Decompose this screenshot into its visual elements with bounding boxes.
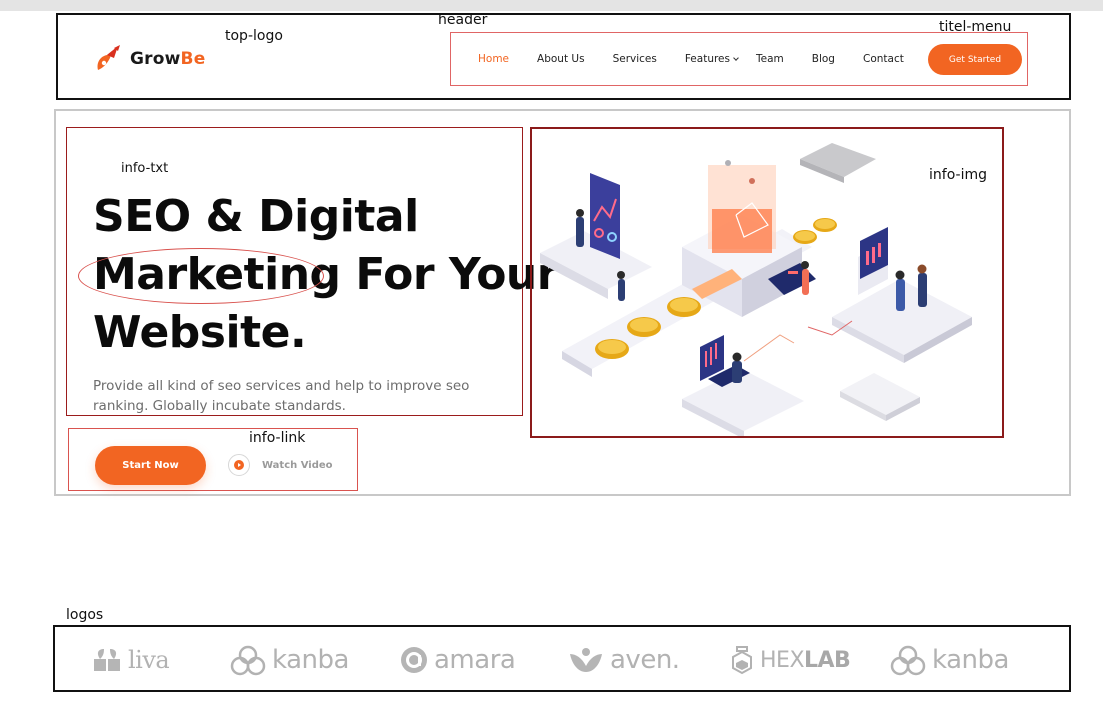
partner-logo-liva: liva bbox=[92, 643, 170, 677]
nav-item-services[interactable]: Services bbox=[613, 53, 657, 65]
watch-video-link[interactable]: Watch Video bbox=[228, 454, 333, 476]
annotation-logos: logos bbox=[66, 607, 104, 623]
partner-logo-hexlab: HEXLAB bbox=[730, 643, 851, 677]
brand-name-part1: Grow bbox=[130, 49, 181, 69]
partner-name-hexlab-part2: LAB bbox=[804, 647, 851, 673]
chevron-down-icon bbox=[733, 55, 739, 61]
brand-logo[interactable]: GrowBe bbox=[94, 44, 205, 74]
partner-name-aven: aven. bbox=[610, 645, 680, 675]
headline-line-2: Marketing For Your bbox=[93, 249, 558, 300]
partner-logo-amara: amara bbox=[400, 643, 516, 677]
info-img bbox=[530, 127, 1004, 438]
nav-item-features-label: Features bbox=[684, 53, 730, 65]
get-started-button[interactable]: Get Started bbox=[928, 44, 1022, 75]
headline-line-3: Website. bbox=[93, 307, 307, 358]
kanba-logo-icon bbox=[890, 645, 926, 676]
nav-item-home[interactable]: Home bbox=[478, 53, 509, 65]
partner-logo-aven: aven. bbox=[568, 643, 680, 677]
hero-description: Provide all kind of seo services and hel… bbox=[93, 378, 470, 414]
partner-logo-kanba-1: kanba bbox=[230, 643, 349, 677]
partner-name-liva: liva bbox=[128, 646, 170, 674]
liva-logo-icon bbox=[94, 649, 120, 671]
partner-name-amara: amara bbox=[434, 645, 516, 675]
partner-logo-kanba-2: kanba bbox=[890, 643, 1009, 677]
nav-item-blog[interactable]: Blog bbox=[812, 53, 835, 65]
nav-item-features[interactable]: Features bbox=[684, 53, 739, 65]
aven-logo-icon bbox=[570, 648, 602, 672]
seo-isometric-illustration bbox=[540, 143, 972, 436]
headline-line-1: SEO & Digital bbox=[93, 191, 419, 242]
watch-video-label: Watch Video bbox=[262, 459, 333, 471]
brand-name-part2: Be bbox=[180, 49, 206, 69]
kanba-logo-icon bbox=[230, 645, 266, 676]
browser-top-strip bbox=[0, 0, 1103, 11]
hexlab-logo-icon bbox=[732, 646, 752, 675]
rocket-icon bbox=[97, 45, 120, 70]
nav-item-contact[interactable]: Contact bbox=[863, 53, 904, 65]
partner-name-kanba-2: kanba bbox=[932, 645, 1009, 675]
main-nav: Home About Us Services Features Team Blo… bbox=[478, 52, 904, 66]
partner-name-hexlab-part1: HEX bbox=[760, 647, 805, 673]
hero-headline: SEO & Digital Marketing For Your Website… bbox=[93, 188, 558, 362]
start-now-button[interactable]: Start Now bbox=[95, 446, 206, 485]
nav-item-team[interactable]: Team bbox=[756, 53, 784, 65]
partner-name-kanba-1: kanba bbox=[272, 645, 349, 675]
nav-item-about-us[interactable]: About Us bbox=[537, 53, 585, 65]
amara-logo-icon bbox=[401, 647, 427, 673]
play-icon bbox=[228, 454, 250, 476]
